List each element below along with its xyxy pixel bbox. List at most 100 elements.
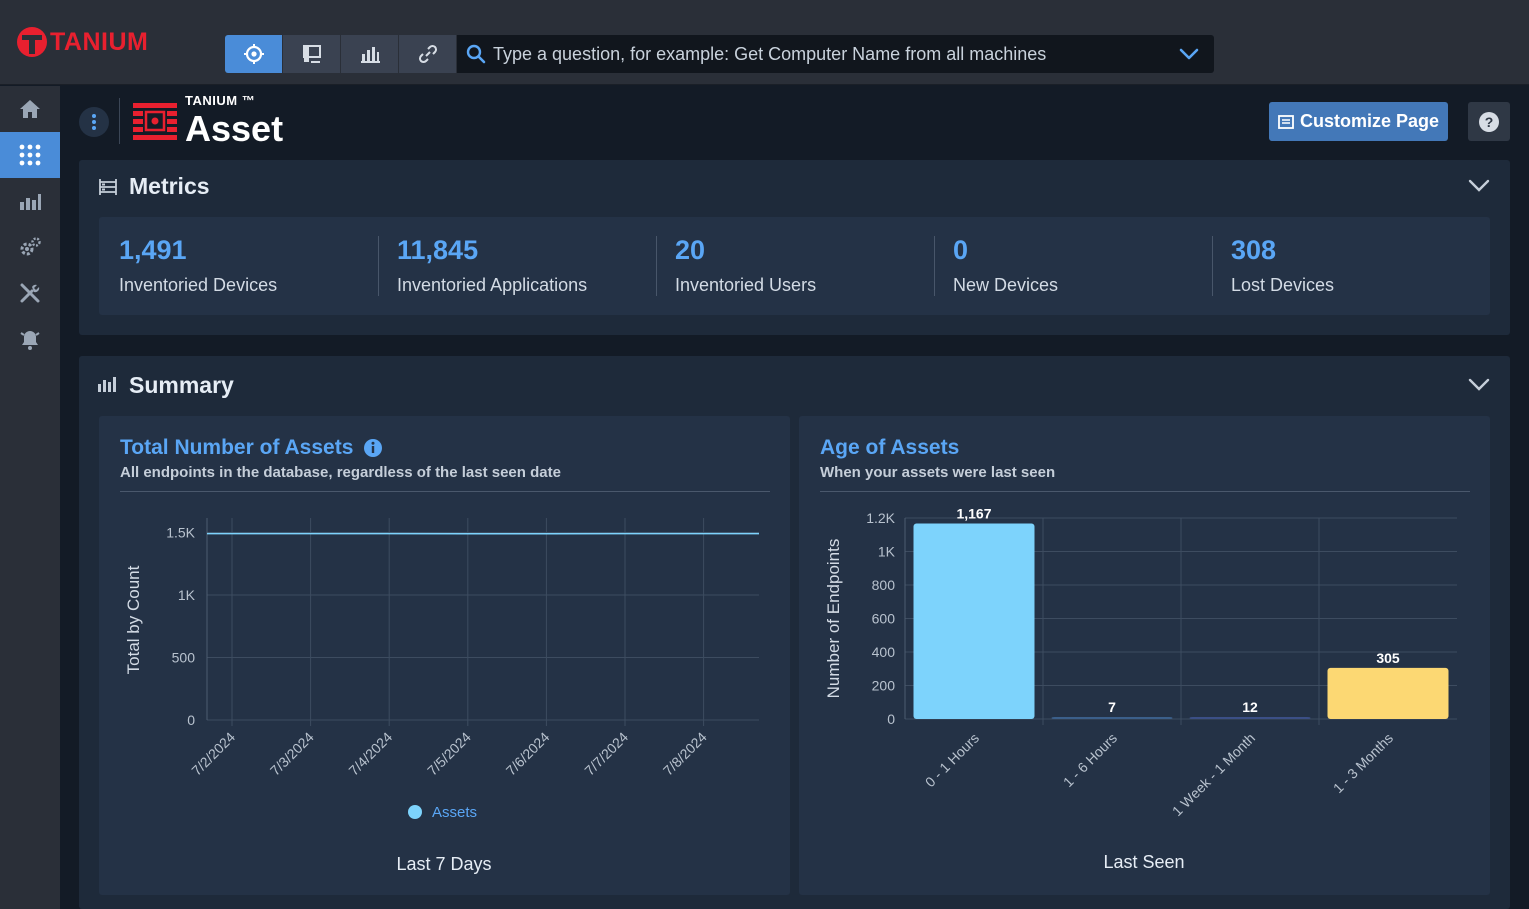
x-tick-label: 7/3/2024 — [267, 729, 317, 779]
kebab-menu-icon — [92, 114, 96, 130]
customize-page-button[interactable]: Customize Page — [1269, 102, 1448, 141]
modules-grid-icon — [19, 144, 41, 166]
reports-button[interactable] — [341, 35, 399, 73]
top-bar: TANIUM — [0, 0, 1529, 85]
y-axis-label: Total by Count — [124, 565, 143, 674]
gears-icon — [20, 237, 41, 256]
age-of-assets-chart-card: Age of Assets When your assets were last… — [799, 416, 1490, 895]
bar-chart-icon — [98, 377, 116, 392]
bar-0 — [913, 523, 1035, 719]
y-tick-label: 1.5K — [166, 525, 195, 541]
legend-marker-assets — [408, 805, 422, 819]
x-tick-label: 0 - 1 Hours — [922, 730, 982, 790]
target-button[interactable] — [225, 35, 283, 73]
x-tick-label: 1 - 6 Hours — [1060, 730, 1120, 790]
total-assets-chart-card: Total Number of Assets All endpoints in … — [99, 416, 790, 895]
toolbar — [225, 35, 457, 73]
sidebar-item-administration[interactable] — [0, 224, 60, 270]
y-tick-label: 800 — [872, 577, 896, 593]
reports-icon — [360, 47, 380, 63]
tanium-logo-icon — [17, 27, 47, 57]
tanium-logo[interactable]: TANIUM — [16, 26, 148, 58]
brand-name: TANIUM — [50, 27, 149, 56]
customize-page-label: Customize Page — [1299, 111, 1440, 131]
chevron-down-icon[interactable] — [1178, 43, 1200, 65]
question-input[interactable] — [487, 43, 1178, 65]
help-icon: ? — [1479, 111, 1499, 132]
x-tick-label: 1 Week - 1 Month — [1169, 730, 1258, 819]
y-tick-label: 1K — [878, 544, 896, 560]
metric-label: Inventoried Applications — [397, 275, 588, 295]
search-icon — [466, 44, 486, 64]
sidebar-item-notifications[interactable] — [0, 316, 60, 362]
y-tick-label: 0 — [187, 712, 195, 728]
sidebar-item-reports[interactable] — [0, 178, 60, 224]
metric-divider — [1212, 236, 1213, 296]
svg-text:?: ? — [1485, 114, 1494, 130]
y-tick-label: 1K — [178, 587, 196, 603]
bar-chart-icon — [20, 194, 41, 210]
target-icon — [243, 44, 264, 64]
x-tick-label: 7/7/2024 — [581, 729, 631, 779]
chevron-down-icon[interactable] — [1468, 378, 1490, 392]
total-assets-line-chart: 0 500 1K 1.5K 7/2/2024 7/3/2024 7/4/2024 7/5/20… — [124, 518, 759, 874]
module-menu-button[interactable] — [79, 107, 109, 137]
home-icon — [20, 100, 40, 118]
bar-1 — [1051, 717, 1173, 719]
alarm-bell-icon — [20, 331, 40, 350]
x-axis-label: Last Seen — [1103, 852, 1184, 872]
metrics-icon — [99, 179, 117, 195]
bar-2 — [1189, 716, 1311, 719]
bar-value-label: 7 — [1108, 699, 1116, 715]
summary-title: Summary — [129, 372, 234, 398]
sidebar-item-modules[interactable] — [0, 132, 60, 178]
metric-value: 11,845 — [397, 235, 479, 265]
metrics-card: 1,491 Inventoried Devices 11,845 Invento… — [99, 217, 1490, 315]
metric-value: 1,491 — [119, 235, 187, 265]
customize-icon — [1278, 114, 1294, 129]
metric-label: Lost Devices — [1231, 275, 1335, 295]
asset-module-icon — [133, 103, 177, 140]
metric-value: 20 — [675, 235, 706, 265]
x-tick-label: 7/2/2024 — [188, 729, 238, 779]
x-tick-label: 1 - 3 Months — [1330, 730, 1396, 796]
age-of-assets-bar-chart: 0 200 400 600 800 1K 1.2K 1,167 0 - 1 Hours 7 1 - … — [824, 506, 1457, 872]
metric-value: 308 — [1231, 235, 1277, 265]
x-tick-label: 7/6/2024 — [503, 729, 553, 779]
y-axis-label: Number of Endpoints — [824, 539, 843, 699]
metric-divider — [378, 236, 379, 296]
y-tick-label: 200 — [872, 678, 896, 694]
x-tick-label: 7/8/2024 — [660, 729, 710, 779]
y-tick-label: 600 — [872, 611, 896, 627]
chevron-down-icon[interactable] — [1468, 179, 1490, 193]
sidebar — [0, 86, 60, 909]
bar-value-label: 12 — [1242, 699, 1258, 715]
metrics-title: Metrics — [129, 173, 210, 199]
metric-label: New Devices — [953, 275, 1059, 295]
metric-divider — [934, 236, 935, 296]
help-button[interactable]: ? — [1468, 102, 1510, 141]
bar-value-label: 1,167 — [956, 506, 991, 522]
sidebar-item-tools[interactable] — [0, 270, 60, 316]
x-tick-label: 7/5/2024 — [424, 729, 474, 779]
metric-label: Inventoried Devices — [119, 275, 278, 295]
header-divider — [119, 98, 120, 144]
interact-icon — [302, 45, 321, 63]
y-tick-label: 1.2K — [866, 510, 895, 526]
link-icon — [418, 44, 437, 64]
question-search-bar — [457, 35, 1214, 73]
y-tick-label: 0 — [887, 711, 895, 727]
page-title: Asset — [185, 108, 284, 149]
bar-value-label: 305 — [1376, 650, 1400, 666]
sidebar-item-home[interactable] — [0, 86, 60, 132]
metric-label: Inventoried Users — [675, 275, 817, 295]
metric-divider — [656, 236, 657, 296]
y-tick-label: 400 — [872, 644, 896, 660]
metric-value: 0 — [953, 235, 969, 265]
bar-3 — [1327, 667, 1449, 719]
legend-label-assets: Assets — [432, 804, 477, 821]
interact-button[interactable] — [283, 35, 341, 73]
y-tick-label: 500 — [172, 650, 196, 666]
module-brand: TANIUM ™ — [185, 93, 256, 108]
link-button[interactable] — [399, 35, 457, 73]
